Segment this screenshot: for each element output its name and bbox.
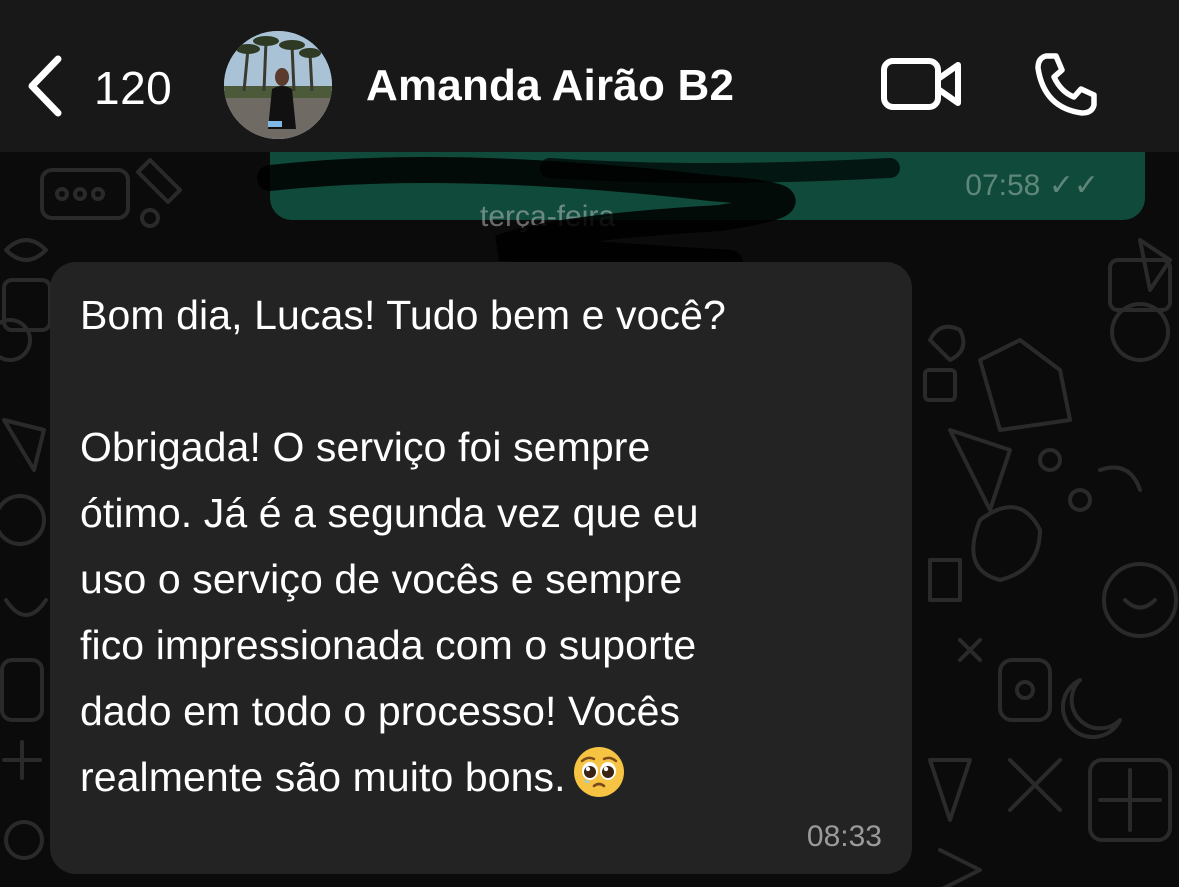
back-button[interactable]: 120	[24, 52, 184, 124]
voice-call-button[interactable]	[1030, 50, 1100, 120]
contact-avatar[interactable]	[224, 31, 332, 139]
pleading-face-icon	[572, 745, 626, 818]
message-line: ótimo. Já é a segunda vez que eu	[80, 490, 699, 536]
message-line: Obrigada! O serviço foi sempre	[80, 424, 651, 470]
redaction-scribble	[257, 157, 900, 276]
contact-name[interactable]: Amanda Airão B2	[366, 61, 734, 111]
chat-header: 120 Amanda Airão B2	[0, 0, 1179, 152]
message-line: fico impressionada com o suporte	[80, 622, 697, 668]
video-call-button[interactable]	[880, 55, 964, 115]
avatar-photo	[224, 31, 332, 139]
message-line: dado em todo o processo! Vocês	[80, 688, 681, 734]
message-line: realmente são muito bons.	[80, 754, 566, 800]
message-line: Bom dia, Lucas! Tudo bem e você?	[80, 292, 726, 338]
message-time: 07:58 ✓✓	[965, 169, 1099, 202]
video-camera-icon	[880, 58, 964, 119]
double-check-icon: ✓✓	[1048, 169, 1099, 202]
incoming-message-bubble[interactable]: Bom dia, Lucas! Tudo bem e você? Obrigad…	[50, 262, 912, 874]
phone-icon	[1030, 53, 1100, 124]
chevron-left-icon	[24, 53, 64, 124]
message-line: uso o serviço de vocês e sempre	[80, 556, 683, 602]
message-text: Bom dia, Lucas! Tudo bem e você? Obrigad…	[80, 282, 890, 818]
unread-count: 120	[94, 62, 173, 114]
message-time: 08:33	[806, 820, 882, 853]
